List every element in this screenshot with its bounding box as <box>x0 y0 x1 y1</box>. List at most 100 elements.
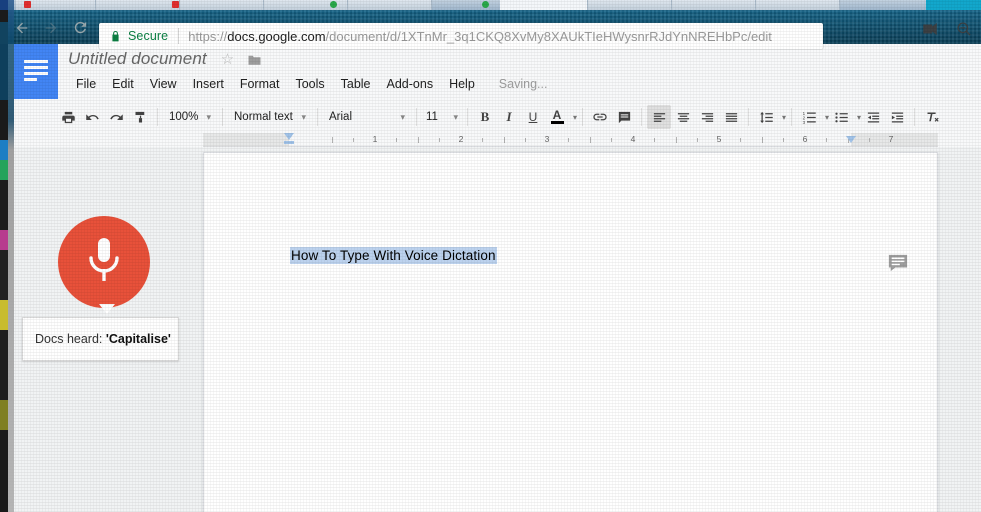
document-page[interactable]: How To Type With Voice Dictation <box>203 152 938 512</box>
browser-tab[interactable] <box>672 0 756 10</box>
toolbar-divider <box>222 108 223 126</box>
browser-tab[interactable] <box>588 0 672 10</box>
window-edge-shadow <box>8 0 14 512</box>
ruler-right-margin <box>851 133 938 147</box>
toolbar-group-file <box>56 105 152 129</box>
browser-tab[interactable] <box>756 0 840 10</box>
ruler-tick <box>418 137 419 143</box>
comment-bubble-icon[interactable] <box>887 253 909 273</box>
security-indicator[interactable]: Secure <box>99 29 168 43</box>
menu-edit[interactable]: Edit <box>104 74 142 94</box>
document-ruler[interactable]: 1 2 3 4 5 6 7 <box>14 133 981 147</box>
clear-formatting-icon[interactable] <box>920 105 944 129</box>
align-center-icon[interactable] <box>671 105 695 129</box>
align-right-icon[interactable] <box>695 105 719 129</box>
toolbar-group-lists: 123 ▾ ▾ <box>797 105 909 129</box>
browser-tab[interactable] <box>180 0 264 10</box>
arrow-left-icon <box>16 22 28 34</box>
menu-file[interactable]: File <box>68 74 104 94</box>
menu-help[interactable]: Help <box>441 74 483 94</box>
line-spacing-icon[interactable] <box>754 105 778 129</box>
print-icon[interactable] <box>56 105 80 129</box>
docs-menu-icon[interactable] <box>14 44 58 99</box>
folder-icon[interactable] <box>247 53 262 65</box>
document-body-text[interactable]: How To Type With Voice Dictation <box>290 247 497 264</box>
url-text[interactable]: https://docs.google.com/document/d/1XTnM… <box>188 29 772 44</box>
ruler-number: 4 <box>630 134 636 144</box>
dictation-tooltip: Docs heard: 'Capitalise' <box>22 317 179 361</box>
browser-toolbar: Secure https://docs.google.com/document/… <box>0 10 981 49</box>
text-color-button[interactable]: A <box>545 105 569 129</box>
undo-icon[interactable] <box>80 105 104 129</box>
dictation-tooltip-phrase: 'Capitalise' <box>105 332 171 346</box>
ruler-tick <box>762 137 763 143</box>
microphone-button[interactable] <box>58 216 150 308</box>
align-justify-icon[interactable] <box>719 105 743 129</box>
chevron-down-icon[interactable]: ▾ <box>782 113 786 122</box>
font-family-selector[interactable]: Arial ▾ <box>323 111 411 123</box>
address-bar[interactable]: Secure https://docs.google.com/document/… <box>99 23 823 49</box>
increase-indent-icon[interactable] <box>885 105 909 129</box>
zoom-out-icon[interactable] <box>955 20 973 38</box>
screen-edge-artifact <box>0 0 8 512</box>
ruler-track[interactable]: 1 2 3 4 5 6 7 <box>203 133 938 147</box>
ruler-left-margin <box>203 133 289 147</box>
bold-button[interactable]: B <box>473 105 497 129</box>
ruler-number: 6 <box>802 134 808 144</box>
font-size-selector[interactable]: 11 ▾ <box>422 111 462 123</box>
forward-button[interactable] <box>43 20 59 36</box>
numbered-list-icon[interactable]: 123 <box>797 105 821 129</box>
italic-button[interactable]: I <box>497 105 521 129</box>
toolbar-group-insert <box>588 105 636 129</box>
align-left-icon[interactable] <box>647 105 672 129</box>
ruler-number: 7 <box>888 134 894 144</box>
toolbar-divider <box>748 108 750 126</box>
toolbar-divider <box>467 108 468 126</box>
address-bar-divider <box>178 28 180 44</box>
ruler-tick <box>826 138 827 142</box>
browser-tab[interactable] <box>96 0 180 10</box>
ruler-tick <box>504 137 505 143</box>
menu-tools[interactable]: Tools <box>287 74 332 94</box>
omnibox-actions <box>921 20 973 38</box>
link-icon[interactable] <box>588 105 612 129</box>
add-comment-icon[interactable] <box>612 105 636 129</box>
page-title[interactable]: Untitled document <box>68 49 207 69</box>
paint-format-icon[interactable] <box>128 105 152 129</box>
tab-favicon <box>24 1 31 8</box>
font-size-value: 11 <box>426 111 438 123</box>
back-button[interactable] <box>14 20 30 36</box>
decrease-indent-icon[interactable] <box>861 105 885 129</box>
ruler-tick <box>869 138 870 142</box>
video-camera-icon[interactable] <box>921 20 939 38</box>
chevron-down-icon[interactable]: ▾ <box>573 113 577 122</box>
bulleted-list-icon[interactable] <box>829 105 853 129</box>
menu-view[interactable]: View <box>142 74 185 94</box>
tab-favicon <box>330 1 337 8</box>
url-host: docs.google.com <box>227 28 326 44</box>
browser-tab-strip[interactable] <box>0 0 981 10</box>
ruler-tick <box>525 138 526 142</box>
chevron-down-icon: ▾ <box>206 111 211 122</box>
ruler-tick <box>353 138 354 142</box>
browser-window: Secure https://docs.google.com/document/… <box>0 0 981 512</box>
reload-button[interactable] <box>72 19 89 36</box>
menu-add-ons[interactable]: Add-ons <box>379 74 442 94</box>
star-outline-icon[interactable]: ☆ <box>221 52 234 67</box>
browser-tab[interactable] <box>348 0 432 10</box>
browser-tab-active[interactable] <box>500 0 588 10</box>
redo-icon[interactable] <box>104 105 128 129</box>
menu-table[interactable]: Table <box>333 74 379 94</box>
toolbar-group-format: B I U A ▾ <box>473 105 577 129</box>
docs-logo-bars <box>24 59 48 84</box>
paragraph-style-selector[interactable]: Normal text ▾ <box>228 111 312 123</box>
menu-format[interactable]: Format <box>232 74 288 94</box>
zoom-selector[interactable]: 100% ▾ <box>163 111 217 123</box>
docs-toolbar: 100% ▾ Normal text ▾ Arial ▾ 11 ▾ B I U … <box>14 101 981 133</box>
toolbar-divider <box>317 108 318 126</box>
voice-dictation-widget: Docs heard: 'Capitalise' <box>22 216 179 361</box>
menu-insert[interactable]: Insert <box>185 74 232 94</box>
left-indent-bar[interactable] <box>284 141 294 144</box>
underline-button[interactable]: U <box>521 105 545 129</box>
ruler-tick <box>590 137 591 143</box>
